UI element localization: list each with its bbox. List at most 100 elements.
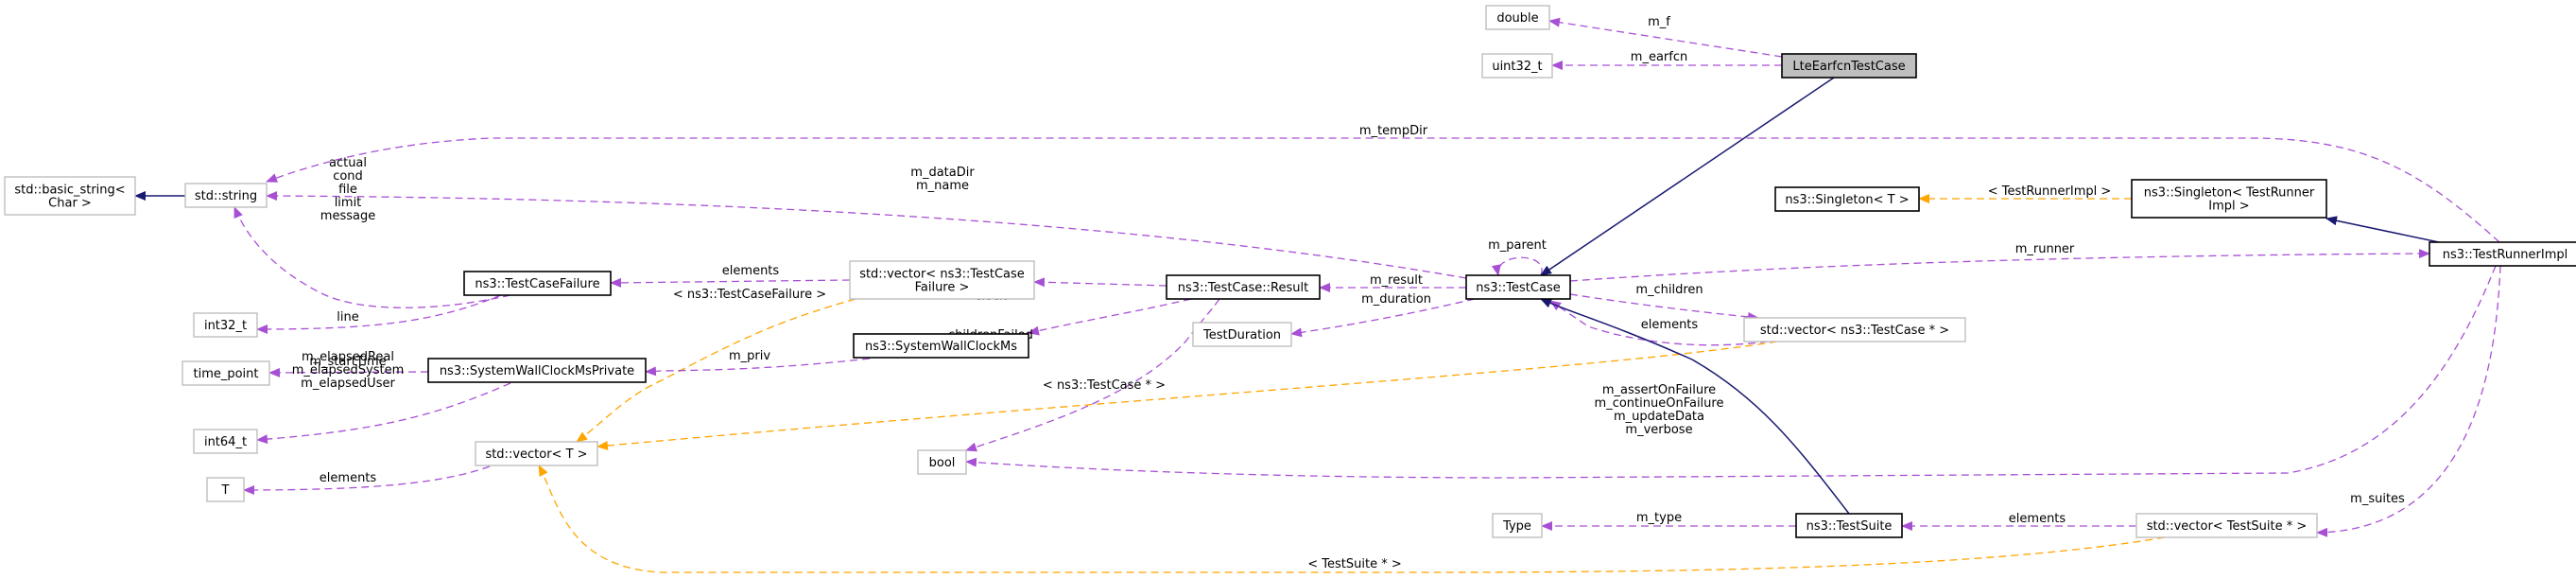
node-label: ns3::TestRunnerImpl (2443, 248, 2568, 262)
node-label: TestDuration (1202, 328, 1281, 342)
template-instance-arrow (596, 341, 1778, 450)
node-label: Failure > (915, 281, 970, 295)
node-label: LteEarfcnTestCase (1792, 60, 1905, 74)
node-uint32: uint32_t (1481, 53, 1553, 79)
node-label: T (221, 483, 230, 498)
edge-label: m_result (1370, 273, 1423, 288)
edge-label: limit (335, 196, 362, 210)
node-runner[interactable]: ns3::TestRunnerImpl (2429, 241, 2576, 267)
edge-label: m_assertOnFailure (1602, 383, 1716, 397)
edge-priv: m_priv (645, 349, 871, 377)
edge-label: m_elapsedReal (302, 350, 394, 364)
node-label: bool (929, 456, 956, 470)
edge-label: m_verbose (1625, 423, 1692, 437)
node-vecTC: std::vector< ns3::TestCase * > (1743, 317, 1966, 342)
collaboration-diagram: m_tempDirm_dataDirm_nameactualcondfileli… (4, 5, 2576, 573)
usage-arrow (1569, 249, 2430, 282)
node-swcp[interactable]: ns3::SystemWallClockMsPrivate (427, 358, 647, 383)
edge-earfcn: m_earfcn (1551, 50, 1782, 70)
node-suite[interactable]: ns3::TestSuite (1795, 513, 1903, 538)
node-vecTS: std::vector< TestSuite * > (2135, 513, 2318, 538)
node-double: double (1485, 5, 1550, 30)
node-label: std::vector< ns3::TestCase * > (1760, 324, 1949, 338)
inheritance-arrow (2325, 216, 2440, 243)
edge-sing-tpl: < TestRunnerImpl > (1918, 184, 2132, 203)
node-label: std::vector< ns3::TestCase (859, 268, 1025, 282)
node-string: std::string (184, 183, 268, 208)
edge-vects-tpl: < TestSuite * > (538, 465, 2166, 573)
node-swc[interactable]: ns3::SystemWallClockMs (853, 333, 1029, 359)
node-label: ns3::Singleton< T > (1785, 193, 1909, 207)
edge-label: m_children (1635, 283, 1703, 297)
node-tcf[interactable]: ns3::TestCaseFailure (463, 271, 612, 296)
edge-label: actual (329, 156, 367, 170)
usage-arrow (965, 298, 1220, 452)
edge-label: m_continueOnFailure (1595, 396, 1724, 411)
node-result[interactable]: ns3::TestCase::Result (1166, 274, 1321, 300)
node-lte[interactable]: LteEarfcnTestCase (1781, 53, 1917, 79)
edge-vectc-el: elements (1549, 300, 1769, 346)
usage-arrow (1491, 256, 1543, 276)
edge-mtype: m_type (1541, 511, 1796, 531)
node-label: double (1496, 11, 1538, 26)
node-vecTCF: std::vector< ns3::TestCaseFailure > (849, 260, 1035, 300)
node-label: std::vector< T > (485, 447, 587, 462)
usage-arrow (256, 294, 502, 334)
edge-label: elements (1641, 318, 1699, 332)
node-basic-string: std::basic_string<Char > (4, 176, 136, 216)
node-bool: bool (917, 449, 967, 475)
edge-mchildren: m_children (1569, 283, 1759, 322)
usage-arrow (1028, 298, 1192, 336)
node-label: int64_t (204, 435, 247, 449)
edge-tcf-line: line (256, 294, 502, 334)
node-label: ns3::TestSuite (1807, 519, 1893, 534)
edge-label: m_name (916, 179, 969, 193)
edge-label: < TestSuite * > (1307, 557, 1401, 571)
node-label: int32_t (204, 319, 247, 333)
node-label: Impl > (2208, 200, 2249, 214)
edge-label: < TestRunnerImpl > (1988, 184, 2112, 199)
edge-label: elements (2009, 512, 2066, 526)
edge-label: cond (333, 169, 363, 184)
edge-msuites: m_suites (2316, 265, 2501, 537)
edge-vectc-tpl: < ns3::TestCase * > (596, 341, 1778, 450)
edge-mrunner: m_runner (1569, 242, 2430, 282)
node-label: uint32_t (1492, 60, 1542, 74)
edge-mresult: m_result (1319, 273, 1466, 292)
node-label: ns3::TestCase (1476, 281, 1560, 295)
edge-label: elements (320, 471, 377, 485)
edge-vect-T: elements (243, 465, 491, 495)
edge-runner-sing (2325, 216, 2440, 243)
usage-arrow (610, 277, 851, 288)
node-label: Type (1502, 519, 1531, 534)
node-label: std::string (195, 189, 257, 203)
edge-label: m_dataDir (910, 166, 975, 180)
edge-label: m_elapsedSystem (292, 363, 405, 377)
node-label: Char > (48, 197, 92, 211)
usage-arrow (1569, 293, 1759, 322)
node-testcase[interactable]: ns3::TestCase (1465, 274, 1571, 300)
edge-label: m_priv (729, 349, 770, 363)
usage-arrow (2316, 265, 2501, 537)
node-label: ns3::SystemWallClockMsPrivate (440, 364, 634, 378)
edge-mparent: m_parent (1488, 238, 1547, 276)
edge-label: m_tempDir (1359, 124, 1428, 138)
edge-label: < ns3::TestCase * > (1043, 378, 1166, 393)
edge-lte-tc (1540, 77, 1835, 276)
edge-label: file (338, 183, 357, 197)
node-int64: int64_t (193, 429, 258, 454)
edge-label: m_suites (2350, 492, 2405, 506)
usage-arrow (256, 382, 511, 445)
node-singletonT[interactable]: ns3::Singleton< T > (1774, 186, 1920, 212)
edge-label: line (337, 310, 358, 325)
node-time-point: time_point (182, 360, 270, 386)
node-type: Type (1492, 513, 1543, 538)
edge-vec-tcf: elements (610, 264, 851, 288)
node-label: ns3::TestCaseFailure (475, 277, 599, 291)
edge-label: m_updateData (1614, 410, 1704, 424)
usage-arrow (1033, 277, 1167, 288)
node-singletonTR[interactable]: ns3::Singleton< TestRunnerImpl > (2131, 179, 2327, 219)
edge-label: message (320, 209, 375, 223)
edge-label: m_earfcn (1631, 50, 1687, 64)
node-label: std::vector< TestSuite * > (2147, 519, 2308, 534)
